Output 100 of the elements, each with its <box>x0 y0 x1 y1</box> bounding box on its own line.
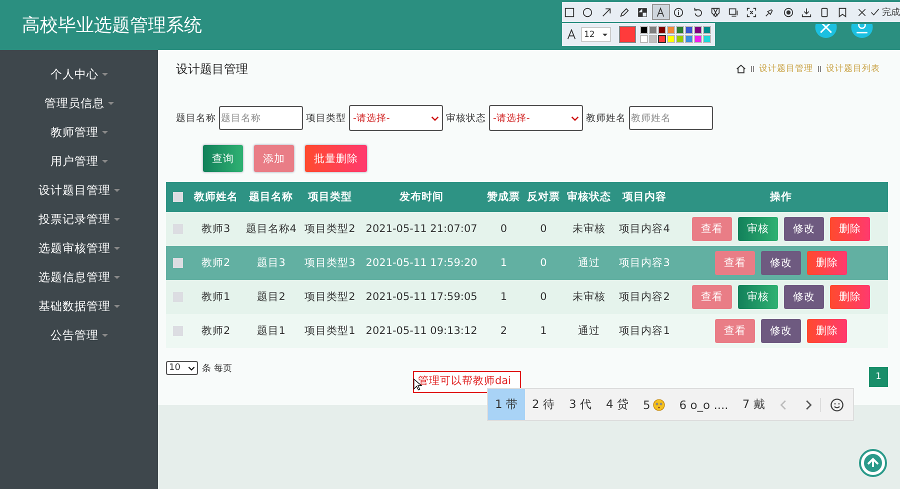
table-cell: 2 <box>500 325 507 337</box>
color-swatch[interactable] <box>694 26 702 34</box>
row-action-button[interactable]: 删除 <box>830 285 870 309</box>
table-row[interactable]: 教师2 题目3 项目类型3 2021-05-11 17:59:20 1 0 通过 项目内容3 查看 修改 删除 <box>166 246 888 280</box>
filter-label: 项目类型 <box>306 112 346 124</box>
table-cell: 通过 <box>578 257 600 269</box>
sidebar-item[interactable]: 管理员信息 <box>0 89 158 118</box>
input-field[interactable]: 教师姓名 <box>629 106 713 130</box>
chevron-icon <box>431 116 439 120</box>
home-icon[interactable] <box>736 64 746 74</box>
column-header: 赞成票 <box>484 182 524 212</box>
current-color-swatch[interactable] <box>619 26 636 43</box>
table-cell: 项目类型3 <box>304 257 356 269</box>
select-field[interactable]: -请选择- <box>349 105 443 131</box>
action-button[interactable]: 批量删除 <box>305 145 367 172</box>
checkbox[interactable] <box>173 258 183 268</box>
column-header: 发布时间 <box>359 182 484 212</box>
annotation-text[interactable]: 管理可以帮教师dai <box>413 371 521 393</box>
color-swatch[interactable] <box>658 26 666 34</box>
sidebar-item[interactable]: 选题审核管理 <box>0 234 158 263</box>
row-action-button[interactable]: 审核 <box>738 217 778 241</box>
table-cell: 未审核 <box>572 223 606 235</box>
color-swatch[interactable] <box>658 35 666 43</box>
table-cell: 题目名称4 <box>246 223 296 235</box>
ime-candidate[interactable]: 1 带 <box>488 389 525 420</box>
sidebar-item[interactable]: 选题信息管理 <box>0 263 158 292</box>
table-cell: 教师2 <box>201 325 230 337</box>
done-button[interactable]: 完成 <box>870 6 900 18</box>
ime-candidate[interactable]: 4 贷 <box>598 389 636 420</box>
sidebar-item[interactable]: 基础数据管理 <box>0 292 158 321</box>
table-cell: 题目2 <box>256 291 286 303</box>
sidebar-item[interactable]: 用户管理 <box>0 147 158 176</box>
color-swatch[interactable] <box>667 26 675 34</box>
color-swatch[interactable] <box>676 26 684 34</box>
table-cell: 0 <box>500 223 507 235</box>
ime-candidate[interactable]: 6 o_o .... <box>672 389 736 420</box>
check-icon <box>870 7 880 17</box>
color-swatch[interactable] <box>685 26 693 34</box>
app-title: 高校毕业选题管理系统 <box>22 14 202 37</box>
row-action-button[interactable]: 修改 <box>784 217 824 241</box>
fullscreen-icon[interactable] <box>815 24 837 38</box>
select-field[interactable]: -请选择- <box>489 105 583 131</box>
row-action-button[interactable]: 修改 <box>761 319 801 343</box>
ime-candidate[interactable]: 2 待 <box>524 389 562 420</box>
color-swatch[interactable] <box>640 26 648 34</box>
caret-icon <box>602 32 608 36</box>
filter-label: 教师姓名 <box>586 112 626 124</box>
sidebar-item[interactable]: 投票记录管理 <box>0 205 158 234</box>
color-swatch[interactable] <box>640 35 648 43</box>
column-header: 题目名称 <box>242 182 301 212</box>
ime-candidate[interactable]: 3 代 <box>562 389 599 420</box>
row-action-button[interactable]: 审核 <box>738 285 778 309</box>
row-action-button[interactable]: 修改 <box>761 251 801 275</box>
filter-label: 审核状态 <box>446 112 486 124</box>
color-swatch[interactable] <box>649 35 657 43</box>
table-cell: 项目内容3 <box>619 257 670 269</box>
column-header: 审核状态 <box>563 182 616 212</box>
table-cell: 项目内容2 <box>619 291 670 303</box>
table-row[interactable]: 教师2 题目1 项目类型1 2021-05-11 09:13:12 2 1 通过 项目内容1 查看 修改 删除 <box>166 314 888 348</box>
sidebar-item[interactable]: 教师管理 <box>0 118 158 147</box>
table-cell: 2021-05-11 09:13:12 <box>366 325 478 337</box>
color-swatch[interactable] <box>703 26 711 34</box>
table-cell: 教师1 <box>201 291 230 303</box>
input-field[interactable]: 题目名称 <box>219 106 303 130</box>
color-swatch[interactable] <box>667 35 675 43</box>
font-size-select[interactable]: 12 <box>581 27 611 42</box>
table-cell: 项目内容4 <box>619 223 670 235</box>
text-icon[interactable] <box>653 5 669 19</box>
table-cell: 2021-05-11 17:59:05 <box>366 291 478 303</box>
row-action-button[interactable]: 删除 <box>807 319 847 343</box>
color-swatch[interactable] <box>685 35 693 43</box>
sidebar-item[interactable]: 设计题目管理 <box>0 176 158 205</box>
row-action-button[interactable]: 删除 <box>830 217 870 241</box>
table-cell: 1 <box>500 291 507 303</box>
ime-candidate[interactable]: 7 戴 <box>735 389 772 420</box>
row-action-button[interactable]: 删除 <box>807 251 847 275</box>
page-button[interactable]: 1 <box>869 367 888 387</box>
table-cell: 教师3 <box>201 223 230 235</box>
color-swatch[interactable] <box>694 35 702 43</box>
sidebar-item[interactable]: 个人中心 <box>0 60 158 89</box>
checkbox[interactable] <box>173 192 183 202</box>
ime-candidate[interactable]: 5 <box>636 389 672 420</box>
row-action-button[interactable]: 修改 <box>784 285 824 309</box>
table-cell: 1 <box>500 257 507 269</box>
filter-label: 题目名称 <box>176 112 216 124</box>
checkbox[interactable] <box>173 326 183 336</box>
action-button[interactable]: 查询 <box>203 145 243 172</box>
page-size-label: 条 每页 <box>202 362 232 374</box>
close-icon[interactable] <box>857 6 868 18</box>
user-icon[interactable] <box>851 24 873 38</box>
table-cell: 0 <box>540 223 547 235</box>
sidebar-item[interactable]: 公告管理 <box>0 321 158 350</box>
table-cell: 题目3 <box>256 257 286 269</box>
table-row[interactable]: 教师1 题目2 项目类型2 2021-05-11 17:59:05 1 0 未审核 项目内容2 查看 审核 修改 删除 <box>166 280 888 314</box>
color-swatch[interactable] <box>676 35 684 43</box>
table-cell: 0 <box>540 291 547 303</box>
color-swatch[interactable] <box>649 26 657 34</box>
color-swatch[interactable] <box>703 35 711 43</box>
page-size-select[interactable]: 10 <box>166 361 198 375</box>
table-row[interactable]: 教师3 题目名称4 项目类型2 2021-05-11 21:07:07 0 0 未审核 项目内容4 查看 审核 修改 删除 <box>166 212 888 246</box>
